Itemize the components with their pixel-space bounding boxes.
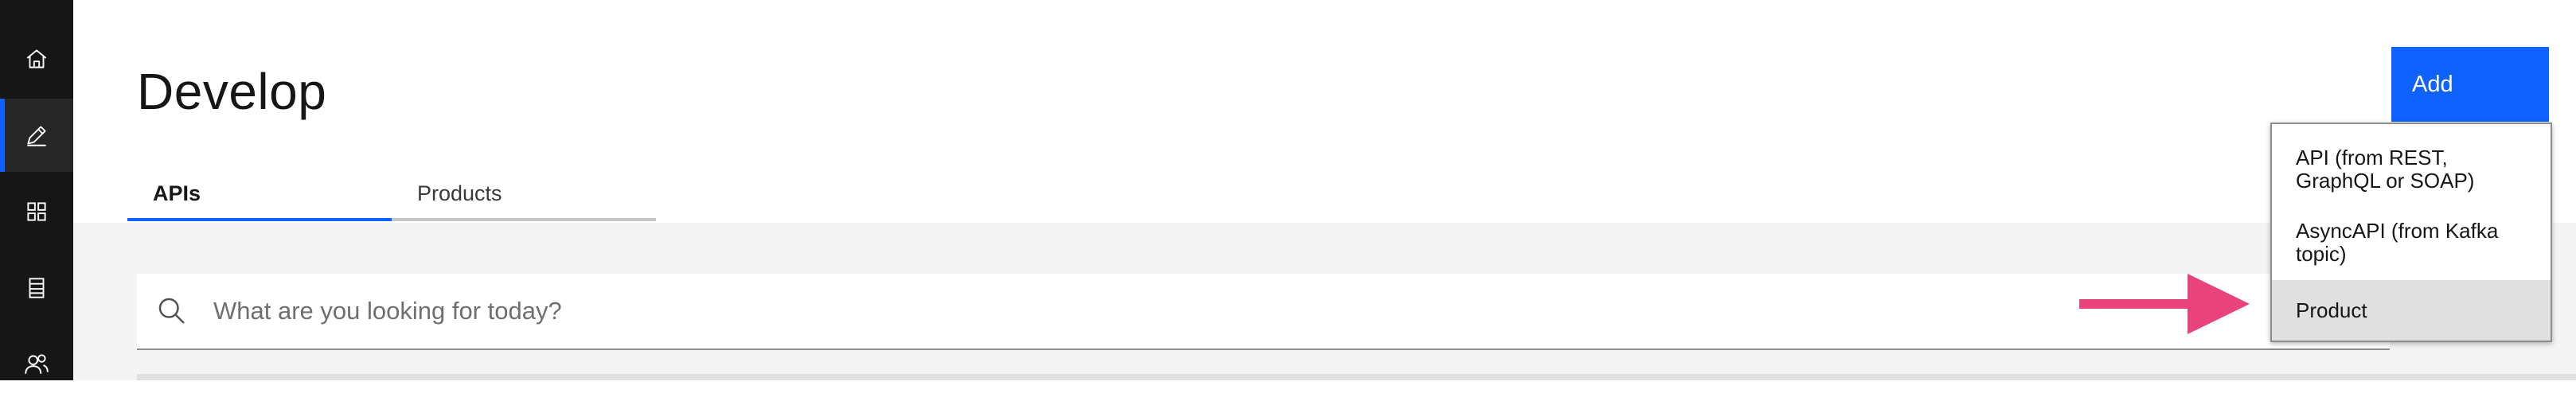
search-input[interactable] (212, 296, 2285, 326)
apps-grid-icon (27, 202, 46, 221)
user-group-icon (25, 354, 49, 374)
nav-item-catalog[interactable] (0, 251, 73, 325)
side-nav-rail (0, 0, 73, 380)
page-title: Develop (137, 63, 327, 120)
menu-item-label: topic) (2296, 242, 2347, 266)
edit-icon (27, 126, 46, 146)
tab-apis[interactable]: APIs (127, 169, 392, 221)
add-dropdown-menu: API (from REST, GraphQL or SOAP) AsyncAP… (2270, 123, 2552, 342)
tab-products[interactable]: Products (392, 169, 656, 221)
menu-item-label: API (from REST, (2296, 146, 2448, 169)
nav-item-apps[interactable] (0, 175, 73, 248)
catalog-icon (29, 278, 45, 298)
menu-item-asyncapi[interactable]: AsyncAPI (from Kafka topic) (2272, 220, 2551, 275)
menu-item-product[interactable]: Product (2272, 280, 2551, 341)
search-icon (158, 298, 185, 324)
nav-item-develop[interactable] (0, 99, 73, 172)
menu-item-label: GraphQL or SOAP) (2296, 169, 2475, 193)
results-header-strip (137, 374, 2576, 380)
search-bar[interactable] (137, 274, 2390, 350)
menu-item-label: AsyncAPI (from Kafka (2296, 219, 2499, 243)
pointer-arrow-icon (2079, 274, 2250, 334)
home-icon (26, 49, 47, 68)
menu-item-api[interactable]: API (from REST, GraphQL or SOAP) (2272, 146, 2551, 202)
add-button[interactable]: Add (2391, 47, 2549, 122)
menu-item-label: Product (2296, 298, 2367, 322)
tab-list: APIs Products (127, 169, 656, 223)
nav-item-members[interactable] (0, 328, 73, 401)
nav-item-home[interactable] (0, 22, 73, 95)
